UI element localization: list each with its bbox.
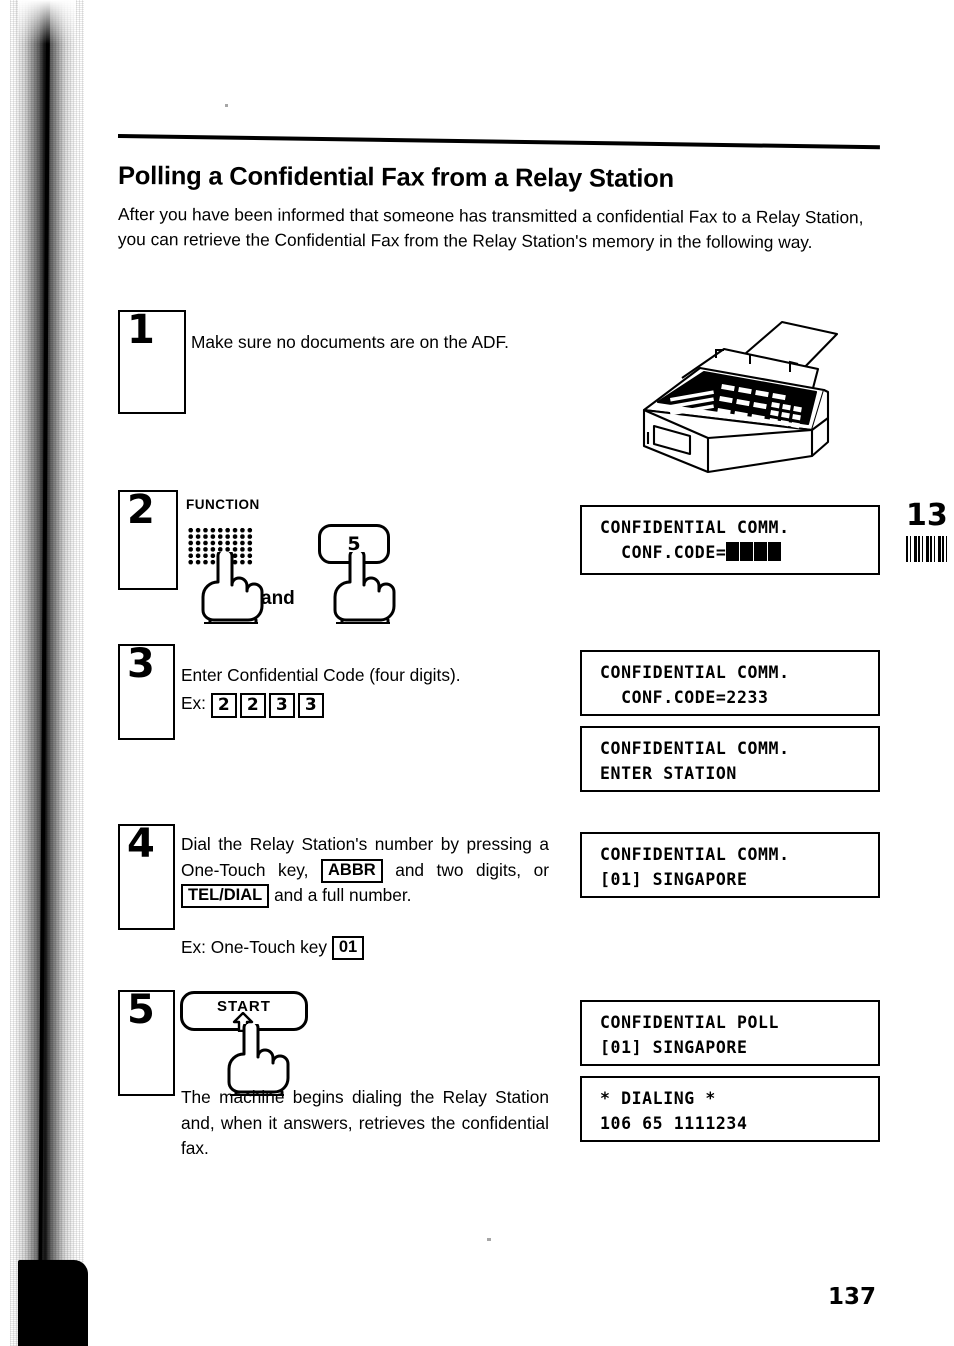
lcd-line-1: CONFIDENTIAL COMM. [600,518,790,537]
page-title: Polling a Confidential Fax from a Relay … [117,162,675,193]
lcd-cursor-block [740,542,754,561]
lcd-line-2: [01] SINGAPORE [600,870,748,889]
lcd-cursor-block [726,542,740,561]
function-key-label: FUNCTION [186,497,260,512]
step-5-number-box: 5 [118,990,175,1096]
step-3-example-prefix: Ex: [181,693,206,713]
chapter-number: 13 [906,498,948,533]
chapter-barcode-icon [906,536,948,562]
step-3-number: 3 [127,641,155,687]
step-4-text: Dial the Relay Station's number by press… [181,832,549,909]
lcd-line-2: ENTER STATION [600,764,737,783]
one-touch-key-01: 01 [331,936,365,960]
step-3-text: Enter Confidential Code (four digits). [181,665,461,685]
lcd-display-step5-b: * DIALING * 106 65 1111234 [580,1076,880,1142]
lcd-display-step4: CONFIDENTIAL COMM. [01] SINGAPORE [580,832,880,898]
step-4-number: 4 [127,821,155,867]
lcd-line-1: CONFIDENTIAL POLL [600,1013,780,1032]
lcd-cursor-block [768,542,782,561]
lcd-line-1: CONFIDENTIAL COMM. [600,739,790,758]
lcd-line-2: 106 65 1111234 [600,1114,748,1133]
fax-machine-illustration [612,306,860,482]
step-2-number-box: 2 [118,490,178,590]
lcd-line-2: CONF.CODE=2233 [600,688,769,707]
lcd-display-step5-a: CONFIDENTIAL POLL [01] SINGAPORE [580,1000,880,1066]
step-2-conjunction: and [261,588,295,609]
step-4-text-part-2: and two digits, or [395,859,549,880]
lcd-line-2: CONF.CODE= [600,540,878,565]
intro-paragraph: After you have been informed that someon… [117,204,864,253]
step-4-example: Ex: One-Touch key 01 [181,935,561,961]
step-5-number: 5 [127,987,155,1033]
lcd-cursor-block [754,542,768,561]
step-1-number: 1 [127,307,155,353]
step-4-number-box: 4 [118,824,175,930]
pointing-hand-icon [328,547,406,629]
step-2-number: 2 [127,487,155,533]
example-key-1: 2 [210,693,237,718]
lcd-line-2: [01] SINGAPORE [600,1038,748,1057]
lcd-line-1: * DIALING * [600,1089,716,1108]
lcd-display-step3-a: CONFIDENTIAL COMM. CONF.CODE=2233 [580,650,880,716]
step-1-number-box: 1 [118,310,186,414]
lcd-display-step2: CONFIDENTIAL COMM. CONF.CODE= [580,505,880,575]
page-number: 137 [828,1284,877,1310]
lcd-line-1: CONFIDENTIAL COMM. [600,845,790,864]
example-key-3: 3 [268,693,295,718]
header-rule [117,134,880,150]
step-4-text-part-3: and a full number. [274,885,412,905]
step-5-text: The machine begins dialing the Relay Sta… [181,1087,549,1158]
abbr-key-label: ABBR [321,858,383,883]
lcd-line-1: CONFIDENTIAL COMM. [600,663,790,682]
lcd-line-2-prefix: CONF.CODE= [600,543,727,562]
step-4-example-prefix: Ex: One-Touch key [181,937,327,957]
step-3-example: Ex: 2233 [181,691,561,718]
tel-dial-key-label: TEL/DIAL [181,884,270,908]
step-3-number-box: 3 [118,644,175,740]
example-key-4: 3 [297,693,324,718]
manual-page: Polling a Confidential Fax from a Relay … [0,0,954,1346]
example-key-2: 2 [239,693,266,718]
step-1-text: Make sure no documents are on the ADF. [191,332,509,352]
chapter-tab-marker: 13 [906,500,950,562]
lcd-display-step3-b: CONFIDENTIAL COMM. ENTER STATION [580,726,880,792]
